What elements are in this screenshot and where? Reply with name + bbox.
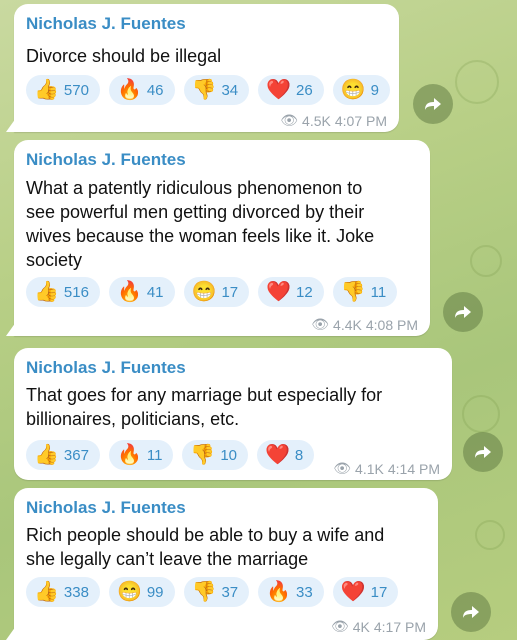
reactions-bar: 👍 570 🔥 46 👎 34 ❤️ 26 😁 9: [26, 75, 390, 105]
reaction-heart[interactable]: ❤️ 26: [258, 75, 324, 105]
share-button[interactable]: [451, 592, 491, 632]
reaction-thumbs-up[interactable]: 👍 367: [26, 440, 100, 470]
share-arrow-icon: [425, 98, 441, 110]
reaction-thumbs-down[interactable]: 👎 10: [182, 440, 249, 470]
heart-icon: ❤️: [266, 79, 292, 101]
reactions-bar: 👍 516 🔥 41 😁 17 ❤️ 12 👎 11: [26, 277, 398, 307]
share-arrow-icon: [463, 606, 479, 618]
eye-icon: 👁: [333, 460, 352, 476]
view-count: 4.4K: [333, 316, 362, 333]
thumbs-up-icon: 👍: [34, 444, 59, 466]
share-button[interactable]: [463, 432, 503, 472]
reaction-thumbs-down[interactable]: 👎 37: [183, 577, 250, 607]
message-time: 4:08 PM: [365, 316, 418, 333]
message-meta: 👁 4.4K 4:08 PM: [311, 316, 418, 333]
eye-icon: 👁: [280, 112, 299, 128]
heart-icon: ❤️: [265, 444, 290, 466]
view-count: 4.1K: [355, 460, 384, 477]
thumbs-down-icon: 👎: [190, 444, 216, 466]
message-bubble[interactable]: Nicholas J. Fuentes That goes for any ma…: [14, 348, 452, 480]
sender-name[interactable]: Nicholas J. Fuentes: [26, 14, 186, 34]
message-meta: 👁 4.5K 4:07 PM: [280, 112, 387, 129]
message-text: What a patently ridiculous phenomenon to…: [26, 178, 375, 270]
reaction-thumbs-up[interactable]: 👍 338: [26, 577, 100, 607]
reaction-thumbs-down[interactable]: 👎 34: [183, 75, 250, 105]
reaction-thumbs-up[interactable]: 👍 570: [26, 75, 100, 105]
reaction-fire[interactable]: 🔥 46: [108, 75, 175, 105]
share-arrow-icon: [455, 306, 471, 318]
sender-name[interactable]: Nicholas J. Fuentes: [26, 358, 186, 378]
message-bubble[interactable]: Nicholas J. Fuentes Rich people should b…: [14, 488, 438, 640]
thumbs-up-icon: 👍: [34, 281, 59, 303]
wallpaper-doodle: [462, 395, 500, 433]
grin-icon: 😁: [340, 79, 366, 101]
message-time: 4:07 PM: [334, 112, 387, 129]
share-button[interactable]: [443, 292, 483, 332]
message-meta: 👁 4.1K 4:14 PM: [333, 460, 440, 477]
reaction-grin[interactable]: 😁 9: [332, 75, 390, 105]
eye-icon: 👁: [311, 316, 330, 332]
reaction-thumbs-down[interactable]: 👎 11: [332, 277, 398, 307]
reaction-heart[interactable]: ❤️ 17: [332, 577, 399, 607]
reaction-heart[interactable]: ❤️ 12: [258, 277, 324, 307]
grin-icon: 😁: [116, 581, 142, 603]
view-count: 4.5K: [302, 112, 331, 129]
reaction-heart[interactable]: ❤️ 8: [257, 440, 315, 470]
wallpaper-doodle: [455, 60, 499, 104]
fire-icon: 🔥: [116, 281, 142, 303]
share-arrow-icon: [475, 446, 491, 458]
heart-icon: ❤️: [340, 581, 366, 603]
reaction-fire[interactable]: 🔥 41: [108, 277, 175, 307]
message-time: 4:17 PM: [373, 618, 426, 635]
fire-icon: 🔥: [116, 444, 142, 466]
message-text: Divorce should be illegal: [26, 46, 222, 66]
message-text: That goes for any marriage but especiall…: [26, 385, 383, 429]
reaction-thumbs-up[interactable]: 👍 516: [26, 277, 100, 307]
fire-icon: 🔥: [116, 79, 142, 101]
reactions-bar: 👍 338 😁 99 👎 37 🔥 33 ❤️ 17: [26, 577, 399, 607]
wallpaper-doodle: [470, 245, 502, 277]
message-meta: 👁 4K 4:17 PM: [331, 618, 426, 635]
thumbs-up-icon: 👍: [34, 581, 59, 603]
reaction-fire[interactable]: 🔥 11: [108, 440, 174, 470]
heart-icon: ❤️: [266, 281, 292, 303]
fire-icon: 🔥: [266, 581, 292, 603]
message-text: Rich people should be able to buy a wife…: [26, 525, 385, 569]
reactions-bar: 👍 367 🔥 11 👎 10 ❤️ 8: [26, 440, 315, 470]
thumbs-up-icon: 👍: [34, 79, 59, 101]
eye-icon: 👁: [330, 618, 349, 634]
view-count: 4K: [352, 618, 370, 635]
message-time: 4:14 PM: [387, 460, 440, 477]
share-button[interactable]: [413, 84, 453, 124]
reaction-grin[interactable]: 😁 99: [108, 577, 175, 607]
thumbs-down-icon: 👎: [340, 281, 366, 303]
reaction-grin[interactable]: 😁 17: [183, 277, 250, 307]
thumbs-down-icon: 👎: [191, 581, 217, 603]
thumbs-down-icon: 👎: [191, 79, 217, 101]
sender-name[interactable]: Nicholas J. Fuentes: [26, 150, 186, 170]
grin-icon: 😁: [191, 281, 217, 303]
reaction-fire[interactable]: 🔥 33: [258, 577, 324, 607]
wallpaper-doodle: [475, 520, 505, 550]
message-bubble[interactable]: Nicholas J. Fuentes What a patently ridi…: [14, 140, 430, 336]
message-bubble[interactable]: Nicholas J. Fuentes Divorce should be il…: [14, 4, 399, 132]
sender-name[interactable]: Nicholas J. Fuentes: [26, 498, 186, 518]
